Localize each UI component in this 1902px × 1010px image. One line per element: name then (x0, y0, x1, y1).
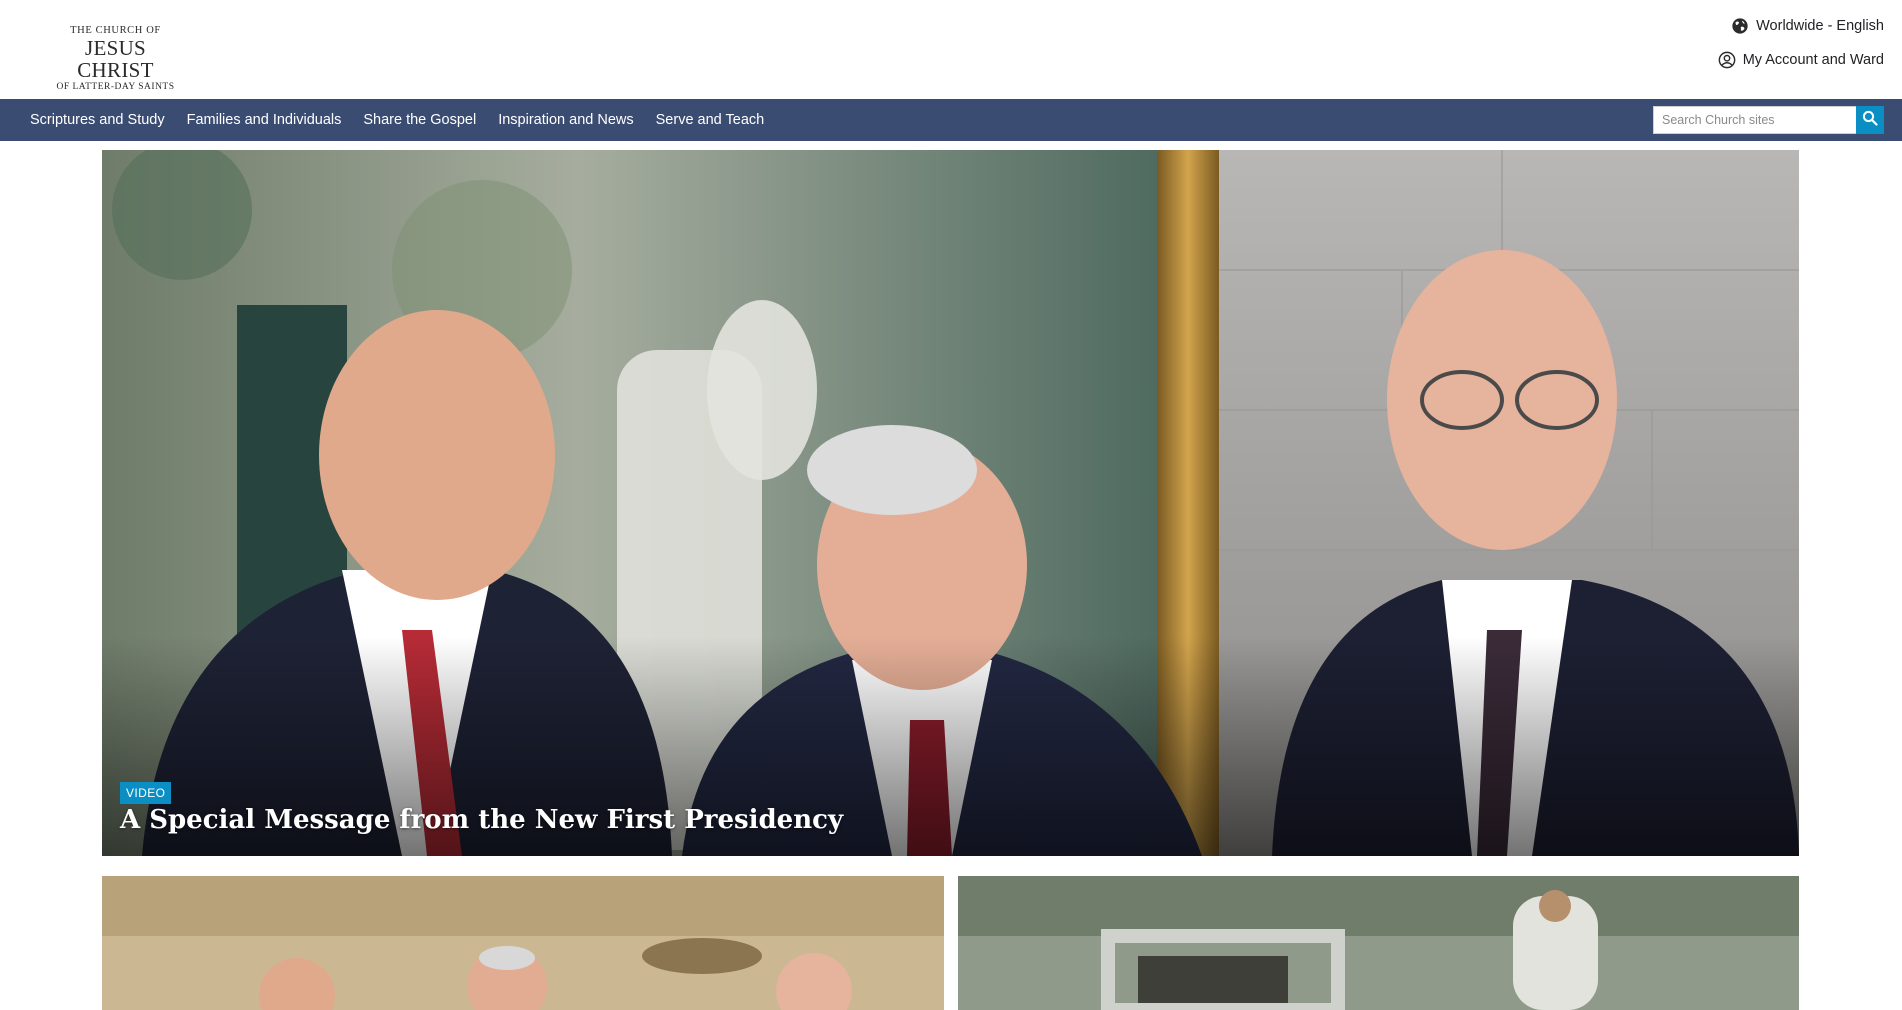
logo-line-3: OF LATTER-DAY SAINTS (56, 82, 175, 92)
nav-item-families-and-individuals[interactable]: Families and Individuals (176, 99, 353, 141)
user-circle-icon (1718, 51, 1736, 69)
nav-item-inspiration-and-news[interactable]: Inspiration and News (487, 99, 644, 141)
church-logo[interactable]: THE CHURCH OF JESUS CHRIST OF LATTER-DAY… (48, 25, 183, 92)
nav-item-share-the-gospel[interactable]: Share the Gospel (352, 99, 487, 141)
nav-item-scriptures-and-study[interactable]: Scriptures and Study (19, 99, 176, 141)
account-link[interactable]: My Account and Ward (1718, 51, 1884, 69)
card-image-left (102, 876, 944, 1010)
search-button[interactable] (1856, 106, 1884, 134)
nav-item-serve-and-teach[interactable]: Serve and Teach (645, 99, 776, 141)
card-image-right (958, 876, 1799, 1010)
language-selector[interactable]: Worldwide - English (1731, 17, 1884, 35)
card-first-presidency-image[interactable] (102, 876, 944, 1010)
hero-title[interactable]: A Special Message from the New First Pre… (120, 805, 843, 835)
search-icon (1862, 110, 1878, 131)
site-header: THE CHURCH OF JESUS CHRIST OF LATTER-DAY… (0, 0, 1902, 99)
search-box (1653, 106, 1884, 134)
main-nav: Scriptures and Study Families and Indivi… (0, 99, 1902, 141)
account-label: My Account and Ward (1742, 52, 1884, 68)
nav-menu: Scriptures and Study Families and Indivi… (19, 99, 775, 141)
hero-feature[interactable]: VIDEO A Special Message from the New Fir… (102, 150, 1799, 856)
search-input[interactable] (1653, 106, 1856, 134)
logo-line-2: JESUS CHRIST (77, 36, 154, 82)
globe-icon (1731, 17, 1749, 35)
video-badge: VIDEO (120, 782, 172, 804)
language-label: Worldwide - English (1756, 18, 1884, 34)
card-garden-tomb-image[interactable] (958, 876, 1799, 1010)
